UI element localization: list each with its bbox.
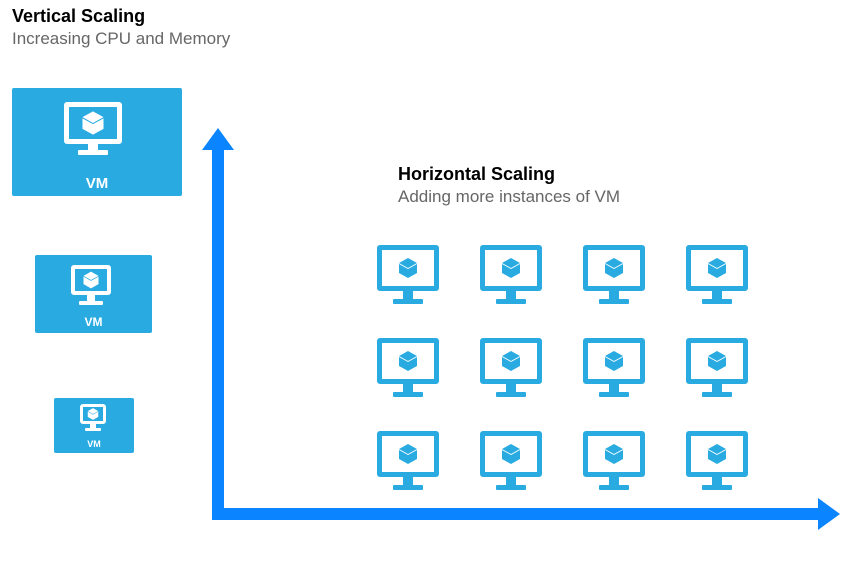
monitor-icon <box>377 431 439 477</box>
monitor-icon <box>583 338 645 384</box>
horizontal-scaling-header: Horizontal Scaling Adding more instances… <box>398 164 620 207</box>
vm-label: VM <box>85 315 103 329</box>
cube-icon <box>79 109 107 137</box>
monitor-icon <box>71 265 111 295</box>
vm-box-medium: VM <box>35 255 152 333</box>
monitor-icon <box>686 338 748 384</box>
vm-instance <box>473 416 548 491</box>
vm-instance <box>370 323 445 398</box>
vm-instance-grid <box>370 230 754 491</box>
cube-icon <box>602 256 626 280</box>
cube-icon <box>705 442 729 466</box>
monitor-icon <box>480 338 542 384</box>
vertical-title: Vertical Scaling <box>12 6 230 27</box>
monitor-icon <box>80 404 106 424</box>
cube-icon <box>86 407 100 421</box>
vm-instance <box>679 230 754 305</box>
monitor-icon <box>583 431 645 477</box>
monitor-icon <box>480 245 542 291</box>
monitor-icon <box>583 245 645 291</box>
vm-instance <box>679 323 754 398</box>
cube-icon <box>396 349 420 373</box>
cube-icon <box>396 442 420 466</box>
cube-icon <box>705 349 729 373</box>
cube-icon <box>499 349 523 373</box>
horizontal-title: Horizontal Scaling <box>398 164 620 185</box>
vm-label: VM <box>87 439 101 449</box>
vm-box-small: VM <box>54 398 134 453</box>
vm-instance <box>576 230 651 305</box>
vm-instance <box>370 416 445 491</box>
vm-instance <box>473 230 548 305</box>
cube-icon <box>602 442 626 466</box>
vm-instance <box>576 416 651 491</box>
vm-instance <box>576 323 651 398</box>
vm-instance <box>679 416 754 491</box>
vertical-axis-arrow <box>212 148 224 508</box>
cube-icon <box>602 349 626 373</box>
vm-box-large: VM <box>12 88 182 196</box>
monitor-icon <box>686 431 748 477</box>
cube-icon <box>81 270 101 290</box>
monitor-icon <box>686 245 748 291</box>
monitor-icon <box>377 245 439 291</box>
cube-icon <box>499 256 523 280</box>
monitor-icon <box>480 431 542 477</box>
monitor-icon <box>64 102 122 144</box>
cube-icon <box>396 256 420 280</box>
vertical-scaling-header: Vertical Scaling Increasing CPU and Memo… <box>12 6 230 49</box>
vm-label: VM <box>86 175 109 192</box>
cube-icon <box>499 442 523 466</box>
horizontal-axis-arrow <box>212 508 820 520</box>
vm-instance <box>370 230 445 305</box>
vm-instance <box>473 323 548 398</box>
horizontal-subtitle: Adding more instances of VM <box>398 187 620 207</box>
vertical-subtitle: Increasing CPU and Memory <box>12 29 230 49</box>
cube-icon <box>705 256 729 280</box>
monitor-icon <box>377 338 439 384</box>
